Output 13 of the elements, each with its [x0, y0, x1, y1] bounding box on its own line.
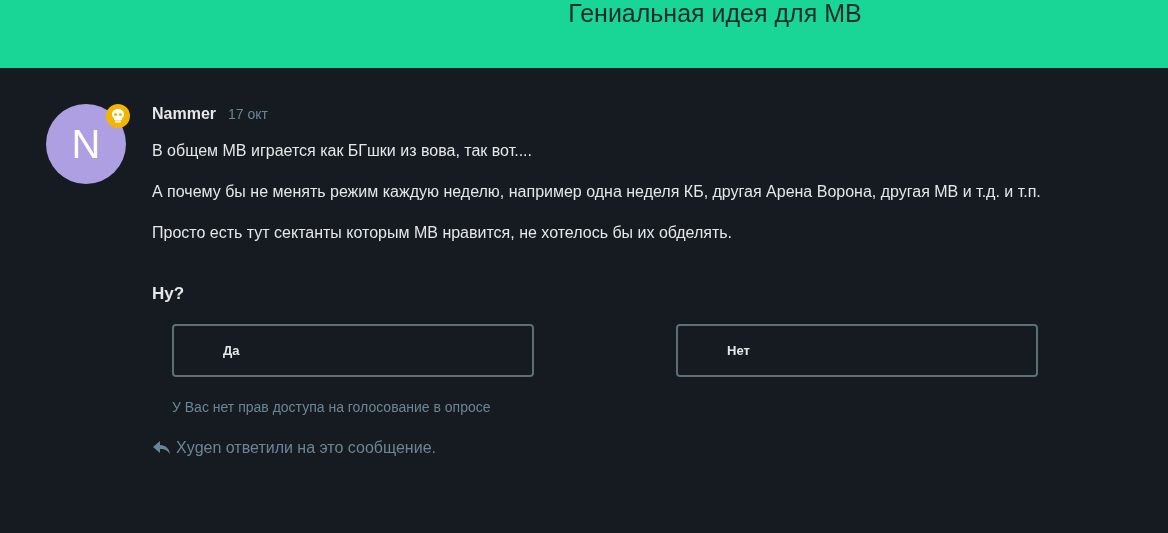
post-paragraph: А почему бы не менять режим каждую неделю, например одна неделя КБ, другая Арена Ворона, другая МВ и т.д. и т.п. [152, 182, 1042, 202]
post-paragraph: В общем МВ играется как БГшки из вова, так вот.... [152, 141, 533, 161]
replies-link[interactable]: Xygen ответили на это сообщение. [176, 439, 436, 457]
reply-arrow-icon [152, 440, 172, 456]
post-paragraph: Просто есть тут сектанты которым МВ нравится, не хотелось бы их обделять. [152, 223, 734, 243]
poll-option-button[interactable]: Нет [676, 324, 1038, 377]
poll-permission-note: У Вас нет прав доступа на голосование в опросе [172, 399, 492, 415]
topic-title: Гениальная идея для МВ [567, 0, 862, 29]
poll-option-button[interactable]: Да [172, 324, 534, 377]
skull-badge-icon [105, 103, 131, 129]
post-date: 17 окт [228, 106, 268, 122]
poll-question: Ну? [152, 284, 186, 304]
author-name[interactable]: Nammer [152, 105, 217, 123]
